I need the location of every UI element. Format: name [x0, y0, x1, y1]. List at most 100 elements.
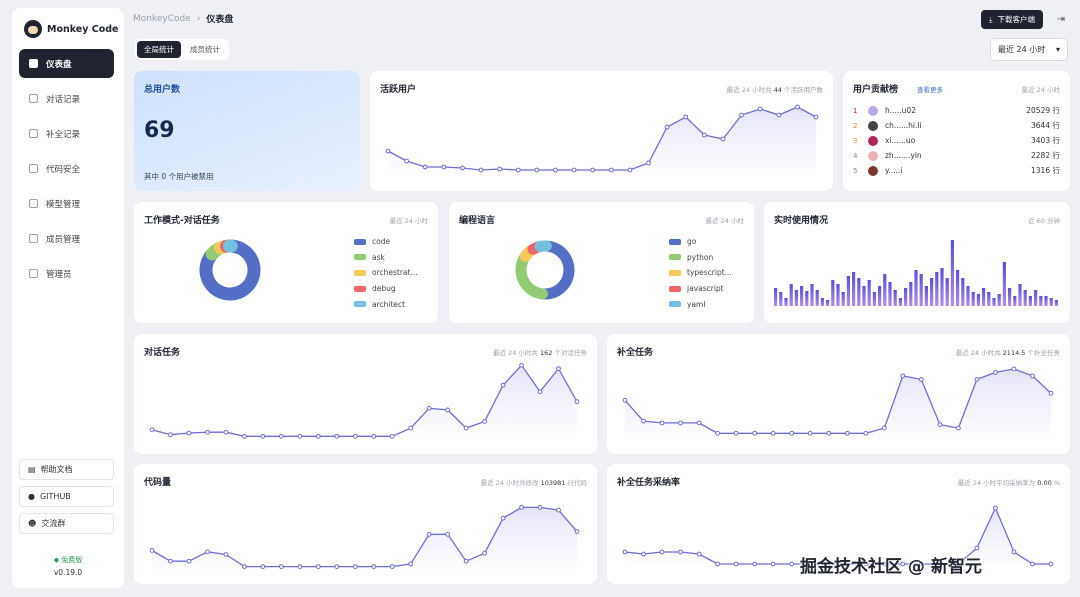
tab-global-stats[interactable]: 全局统计 [137, 41, 181, 58]
bar [815, 290, 819, 306]
sidebar-item-completion-records[interactable]: 补全记录 [19, 119, 114, 148]
data-point [537, 504, 543, 510]
sidebar-item-member-management[interactable]: 成员管理 [19, 224, 114, 253]
group-icon: ☻ [28, 519, 37, 528]
github-link[interactable]: ● GITHUB [19, 486, 114, 507]
ranking-row[interactable]: 1 h.....u02 20529 行 [853, 104, 1060, 117]
bar [1049, 298, 1053, 306]
bar [950, 240, 954, 306]
completion-tasks-card: 补全任务 最近 24 小时共 2114.5 个补全任务 [607, 334, 1070, 454]
active-users-card: 活跃用户 最近 24 小时共 44 个活跃用户数 [370, 71, 833, 191]
logo[interactable]: Monkey Code [24, 20, 119, 38]
data-point [993, 370, 998, 375]
user-name: ch......hi.li [885, 121, 922, 130]
sidebar-item-model-management[interactable]: 模型管理 [19, 189, 114, 218]
sidebar-item-admin[interactable]: 管理员 [19, 259, 114, 288]
data-point [776, 112, 782, 118]
sidebar-item-dashboard[interactable]: 仪表盘 [19, 49, 114, 78]
download-client-button[interactable]: ⤓ 下载客户端 [981, 10, 1043, 29]
sidebar-item-code-security[interactable]: 代码安全 [19, 154, 114, 183]
legend-item[interactable]: architect [354, 296, 418, 312]
data-point [297, 433, 303, 439]
sidebar-item-label: 补全记录 [46, 129, 81, 140]
data-point [460, 165, 465, 171]
user-name: xi......uo [885, 136, 916, 145]
legend-swatch [354, 269, 366, 276]
legend-item[interactable]: typescript... [669, 265, 732, 281]
legend-item[interactable]: debug [354, 281, 418, 297]
work-mode-card: 工作模式-对话任务 最近 24 小时 code ask orchestrat..… [134, 202, 438, 323]
ranking-row[interactable]: 2 ch......hi.li 3644 行 [853, 119, 1060, 132]
card-title: 总用户数 [144, 85, 181, 95]
bar [1008, 288, 1012, 306]
ranking-row[interactable]: 5 y.....i 1316 行 [853, 164, 1060, 177]
caret-down-icon: ▾ [1055, 45, 1060, 54]
data-point [149, 548, 155, 553]
code-lines-line-chart [149, 504, 580, 572]
user-ranking-card: 用户贡献榜 查看更多 最近 24 小时 1 h.....u02 20529 行 2 c… [843, 71, 1070, 191]
ranking-row[interactable]: 4 zh.......yin 2282 行 [853, 149, 1060, 162]
link-label: 帮助文档 [40, 465, 73, 474]
community-link[interactable]: ☻ 交流群 [19, 513, 114, 534]
bar [997, 294, 1001, 306]
data-point [519, 504, 524, 510]
version-label: v0.19.0 [53, 568, 83, 577]
help-docs-link[interactable]: ▤ 帮助文档 [19, 459, 114, 480]
data-point [186, 430, 192, 436]
legend-item[interactable]: yaml [669, 296, 732, 312]
data-point [844, 430, 850, 436]
bar [779, 292, 783, 306]
time-range-select[interactable]: 最近 24 小时 ▾ [990, 38, 1068, 61]
data-point [352, 564, 358, 570]
bar [898, 298, 902, 306]
bar [919, 274, 923, 306]
bar [1054, 300, 1058, 306]
bar [841, 292, 845, 306]
legend-item[interactable]: python [669, 250, 732, 266]
chat-tasks-card: 对话任务 最近 24 小时共 162 个对话任务 [134, 334, 597, 454]
breadcrumb-current: 仪表盘 [206, 15, 234, 25]
legend-item[interactable]: go [669, 234, 732, 250]
data-point [408, 561, 414, 567]
data-point [334, 433, 340, 439]
legend-item[interactable]: code [354, 234, 418, 250]
bar [872, 292, 876, 306]
bar [1018, 284, 1022, 306]
data-point [278, 564, 284, 570]
sidebar-item-label: 仪表盘 [46, 59, 72, 70]
data-point [622, 397, 628, 403]
logout-icon[interactable]: ⇥ [1057, 14, 1065, 25]
legend-item[interactable]: orchestrat... [354, 265, 418, 281]
data-point [260, 433, 266, 439]
tab-member-stats[interactable]: 成员统计 [183, 41, 227, 58]
plan-label: 免费版 [61, 556, 83, 564]
view-more-link[interactable]: 查看更多 [917, 84, 943, 94]
data-point [223, 552, 229, 557]
total-users-value: 69 [144, 118, 175, 143]
data-point [404, 158, 410, 164]
bar [971, 292, 975, 306]
data-point [826, 430, 832, 436]
legend-item[interactable]: ask [354, 250, 418, 266]
bar [976, 294, 980, 306]
legend-swatch [354, 238, 366, 245]
breadcrumb-root[interactable]: MonkeyCode [133, 14, 191, 24]
ranking-row[interactable]: 3 xi......uo 3403 行 [853, 134, 1060, 147]
legend-label: orchestrat... [372, 268, 418, 278]
data-point [646, 160, 651, 166]
chat-icon [29, 94, 38, 103]
data-point [556, 507, 561, 513]
sidebar-item-label: 管理员 [46, 269, 72, 280]
data-point [881, 425, 887, 431]
sidebar-item-chat-records[interactable]: 对话记录 [19, 84, 114, 113]
data-point [223, 429, 229, 435]
data-point [500, 515, 506, 521]
user-name: zh.......yin [885, 151, 922, 160]
sidebar-item-label: 成员管理 [46, 234, 81, 245]
legend-item[interactable]: javascript [669, 281, 732, 297]
data-point [260, 564, 266, 570]
data-point [389, 564, 395, 570]
realtime-bar-chart [774, 240, 1058, 306]
bar [961, 278, 965, 306]
dashboard-icon [29, 59, 38, 68]
